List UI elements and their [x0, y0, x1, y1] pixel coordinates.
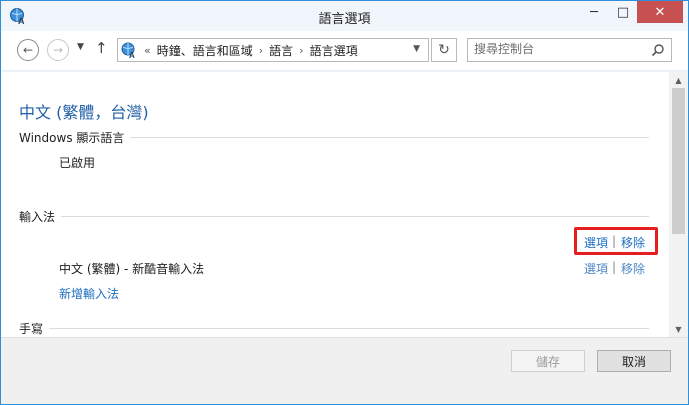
search-box[interactable] [467, 38, 672, 62]
add-input-method-link[interactable]: 新增輸入法 [59, 285, 119, 302]
language-options-window: A 語言選項 ─ □ ✕ ← → ▼ ↑ A « 時鐘、語言和區域 › 語言 ›… [0, 0, 689, 405]
section-heading: 輸入法 [19, 208, 62, 225]
recent-pages-dropdown-icon[interactable]: ▼ [77, 42, 84, 52]
ime-options-link[interactable]: 選項 [584, 260, 608, 277]
search-icon[interactable] [651, 43, 665, 57]
section-divider [19, 328, 649, 329]
page-title: 中文 (繁體，台灣) [19, 103, 149, 122]
display-language-section: Windows 顯示語言 [19, 129, 649, 146]
navigation-bar: ← → ▼ ↑ A « 時鐘、語言和區域 › 語言 › 語言選項 ▼ ↻ [1, 31, 688, 71]
main-content: 中文 (繁體，台灣) Windows 顯示語言 已啟用 輸入法 選項 | 移除 … [1, 72, 669, 337]
scroll-down-icon[interactable]: ▼ [669, 321, 688, 337]
dialog-footer: 儲存 取消 [1, 337, 688, 404]
address-bar[interactable]: A « 時鐘、語言和區域 › 語言 › 語言選項 ▼ [117, 38, 429, 62]
language-options-link[interactable]: 選項 [584, 234, 608, 251]
link-separator: | [612, 234, 617, 248]
ime-name: 中文 (繁體) - 新酷音輸入法 [59, 262, 205, 276]
close-button[interactable]: ✕ [637, 1, 683, 23]
svg-text:A: A [129, 51, 135, 59]
title-bar: A 語言選項 ─ □ ✕ [1, 1, 688, 31]
breadcrumb-overflow[interactable]: « [144, 44, 151, 57]
back-button[interactable]: ← [17, 39, 39, 61]
save-button[interactable]: 儲存 [511, 350, 585, 372]
maximize-button[interactable]: □ [609, 1, 637, 23]
up-button[interactable]: ↑ [95, 39, 108, 57]
breadcrumb-separator-icon[interactable]: › [259, 44, 263, 57]
control-panel-globe-icon: A [121, 42, 135, 59]
address-dropdown-icon[interactable]: ▼ [413, 44, 420, 54]
language-remove-link[interactable]: 移除 [621, 234, 645, 251]
minimize-button[interactable]: ─ [579, 1, 609, 23]
input-method-section: 輸入法 [19, 208, 649, 225]
breadcrumb-item-clock-language-region[interactable]: 時鐘、語言和區域 [157, 42, 253, 59]
vertical-scrollbar[interactable]: ▲ ▼ [669, 72, 688, 337]
section-divider [19, 216, 649, 217]
search-input[interactable] [474, 42, 644, 56]
display-language-status: 已啟用 [59, 156, 96, 170]
forward-button[interactable]: → [47, 39, 69, 61]
cancel-button[interactable]: 取消 [597, 350, 671, 372]
section-heading: 手寫 [19, 320, 50, 337]
scroll-up-icon[interactable]: ▲ [669, 72, 688, 88]
handwriting-section: 手寫 [19, 320, 649, 337]
breadcrumb-item-language-options[interactable]: 語言選項 [310, 42, 358, 59]
scroll-thumb[interactable] [672, 88, 685, 234]
link-separator: | [612, 260, 617, 274]
breadcrumb-separator-icon[interactable]: › [299, 44, 303, 57]
section-heading: Windows 顯示語言 [19, 129, 131, 146]
breadcrumb-item-language[interactable]: 語言 [269, 42, 293, 59]
ime-remove-link[interactable]: 移除 [621, 260, 645, 277]
refresh-button[interactable]: ↻ [431, 38, 457, 62]
